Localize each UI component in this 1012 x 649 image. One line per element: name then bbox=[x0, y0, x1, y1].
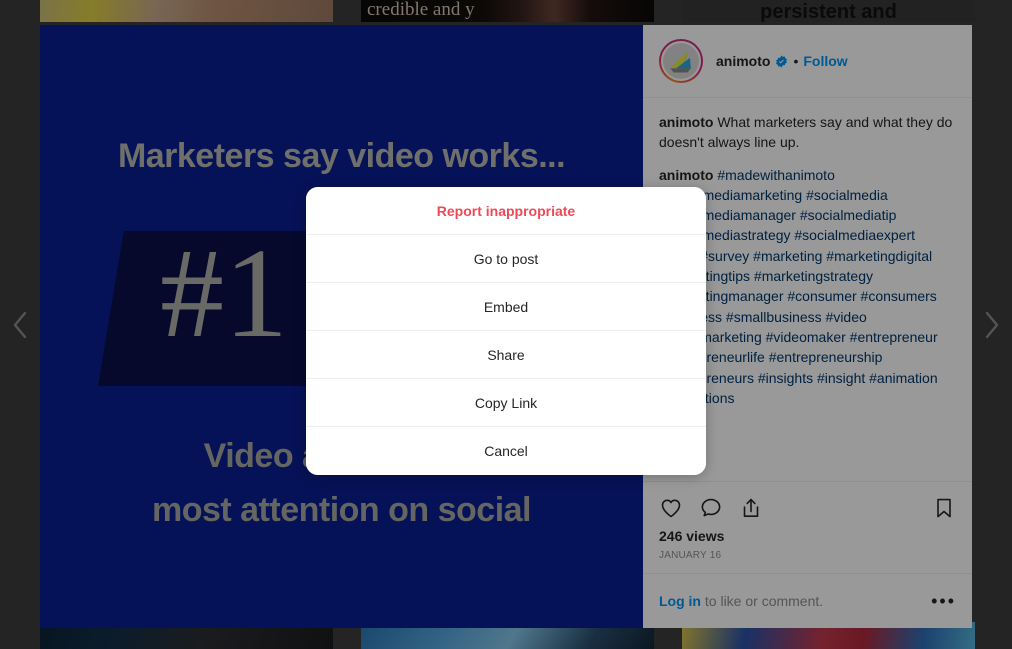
action-sheet-item-embed[interactable]: Embed bbox=[306, 283, 706, 331]
action-sheet-item-go-to-post[interactable]: Go to post bbox=[306, 235, 706, 283]
action-sheet-dialog: Report inappropriate Go to post Embed Sh… bbox=[306, 187, 706, 475]
screen-root: credible and y persistent and Marketers … bbox=[0, 0, 1012, 649]
action-sheet-item-copy-link[interactable]: Copy Link bbox=[306, 379, 706, 427]
action-sheet-item-share[interactable]: Share bbox=[306, 331, 706, 379]
action-sheet-item-cancel[interactable]: Cancel bbox=[306, 427, 706, 475]
action-sheet-item-report-inappropriate[interactable]: Report inappropriate bbox=[306, 187, 706, 235]
